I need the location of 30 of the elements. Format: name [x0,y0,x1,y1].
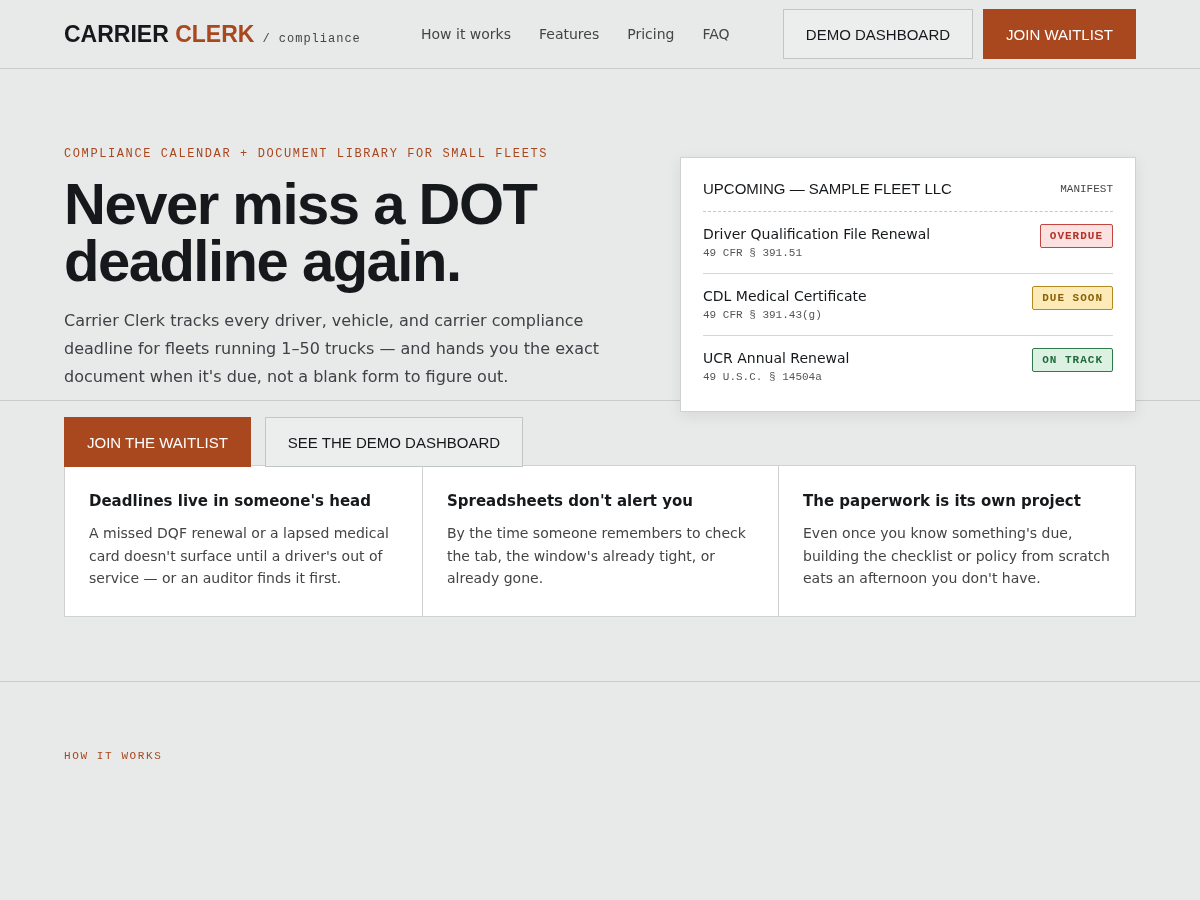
nav-link[interactable]: How it works [421,26,511,42]
regulation-citation: 49 CFR § 391.51 [703,247,804,259]
hero-eyebrow: COMPLIANCE CALENDAR + DOCUMENT LIBRARY FOR SMALL FLEETS [64,147,550,161]
deadline-name: UCR Annual Renewal [703,350,850,366]
manifest-title: UPCOMING — SAMPLE FLEET LLC [703,180,952,197]
status-badge: OVERDUE [1039,224,1113,248]
regulation-citation: 49 CFR § 391.43(g) [703,309,823,321]
deadline-name: CDL Medical Certificate [703,288,867,304]
regulation-citation: 49 U.S.C. § 14504a [703,371,823,383]
problem-description: Even once you know something's due, building the checklist or policy from scratch eats an afternoon you don't have. [803,524,1111,588]
section-eyebrow: HOW IT WORKS [64,749,164,762]
problem-title: Deadlines live in someone's head [89,492,372,510]
nav-link[interactable]: Features [539,26,600,42]
nav-link[interactable]: FAQ [702,26,730,42]
problem-description: By the time someone remembers to check the tab, the window's already tight, or already gone. [447,524,747,588]
problem-description: A missed DQF renewal or a lapsed medical card doesn't surface until a driver's out of service — or an auditor finds it first. [89,524,390,588]
join-waitlist-button[interactable]: JOIN THE WAITLIST [64,417,251,467]
demo-dashboard-button[interactable]: SEE THE DEMO DASHBOARD [264,417,524,467]
status-badge: ON TRACK [1032,348,1113,372]
demo-dashboard-button[interactable]: DEMO DASHBOARD [782,9,974,59]
status-badge: DUE SOON [1032,286,1113,310]
brand-tagline: / compliance [262,31,361,46]
deadline-name: Driver Qualification File Renewal [703,226,931,242]
manifest-label: MANIFEST [1060,182,1113,195]
hero-description: Carrier Clerk tracks every driver, vehicle, and carrier compliance deadline for fleets running 1–50 trucks — and hands you the exact document when it's due, not a blank form to figure out. [64,310,601,388]
problem-title: The paperwork is its own project [803,492,1082,510]
nav-link[interactable]: Pricing [627,26,675,42]
problem-title: Spreadsheets don't alert you [447,492,694,510]
join-waitlist-button[interactable]: JOIN WAITLIST [983,9,1136,59]
brand-logo[interactable]: CARRIER CLERK [64,20,255,48]
